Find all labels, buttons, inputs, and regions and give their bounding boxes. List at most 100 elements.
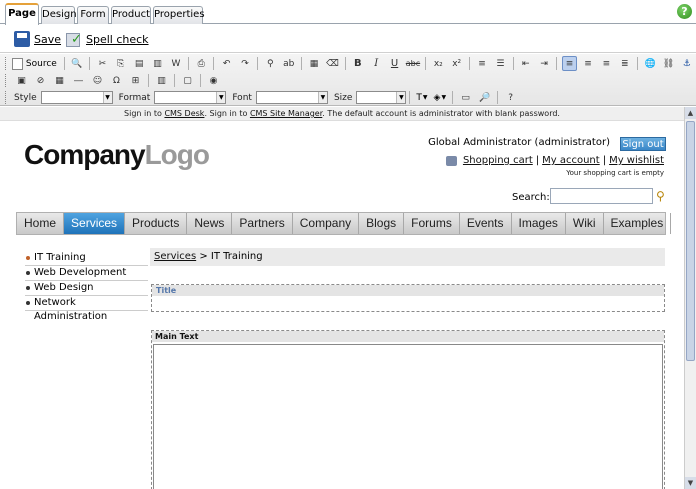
special-char-icon[interactable]: Ω [109,73,124,88]
leftnav-item-it-training[interactable]: IT Training [25,251,148,266]
about-icon[interactable]: ? [503,90,518,105]
tab-form[interactable]: Form [77,6,109,24]
preview-icon[interactable]: 🔍 [70,56,84,71]
copy-icon[interactable]: ⎘ [114,56,128,71]
spell-check-button[interactable]: Spell check [66,29,149,49]
font-select[interactable]: ▼ [255,91,328,104]
menu-item-news[interactable]: News [187,213,233,234]
smiley-icon[interactable]: ☺ [90,73,105,88]
strikethrough-icon[interactable]: abc [406,56,420,71]
editor-toolbar: Source 🔍 ✂ ⎘ ▤ ▥ W ⎙ ↶ ↷ ⚲ ab ▦ ⌫ B I U … [0,54,696,106]
main-text-editor[interactable] [153,344,663,489]
redo-icon[interactable]: ↷ [238,56,252,71]
outdent-icon[interactable]: ⇤ [519,56,533,71]
format-select[interactable]: ▼ [154,91,227,104]
source-button[interactable]: Source [11,57,57,70]
text-color-icon: T [416,92,422,103]
bg-color-icon: ◈ [433,92,441,103]
subscript-icon[interactable]: x₂ [431,56,445,71]
chevron-down-icon: ▼ [102,92,112,103]
left-navigation: IT Training Web Development Web Design N… [25,251,148,322]
bulleted-list-icon[interactable]: ☰ [493,56,507,71]
menu-item-images[interactable]: Images [512,213,566,234]
scrollbar-thumb[interactable] [686,121,695,361]
scroll-up-icon[interactable]: ▲ [685,107,696,119]
search-icon[interactable]: ⚲ [656,189,665,203]
save-label: Save [34,32,62,46]
globe-icon[interactable]: ◉ [206,73,221,88]
scroll-down-icon[interactable]: ▼ [685,477,696,489]
save-button[interactable]: Save [14,29,61,49]
cms-desk-link[interactable]: CMS Desk [164,109,204,118]
signin-mid: . Sign in to [204,109,250,118]
menu-item-partners[interactable]: Partners [232,213,293,234]
menu-item-forums[interactable]: Forums [404,213,460,234]
unlink-icon[interactable]: ⛓ [661,56,675,71]
print-icon[interactable]: ⎙ [194,56,208,71]
horizontal-rule-icon[interactable]: ― [71,73,86,88]
flash-icon[interactable]: ⊘ [33,73,48,88]
align-justify-icon[interactable]: ≣ [618,56,632,71]
text-color-button[interactable]: T ▼ [416,93,427,103]
align-right-icon[interactable]: ≡ [599,56,613,71]
anchor-icon[interactable]: ⚓ [680,56,694,71]
align-left-icon[interactable]: ≡ [562,56,577,71]
superscript-icon[interactable]: x² [450,56,464,71]
page-break-icon[interactable]: ⊞ [128,73,143,88]
remove-format-icon[interactable]: ⌫ [325,56,339,71]
menu-item-products[interactable]: Products [125,213,188,234]
breadcrumb-services-link[interactable]: Services [154,251,196,262]
help-icon[interactable]: ? [677,4,692,19]
leftnav-item-web-design[interactable]: Web Design [25,281,148,296]
paste-word-icon[interactable]: W [169,56,183,71]
widget-icon[interactable]: ▥ [154,73,169,88]
bold-icon[interactable]: B [351,56,365,71]
align-center-icon[interactable]: ≡ [581,56,595,71]
menu-item-wiki[interactable]: Wiki [566,213,604,234]
page-canvas: CompanyLogo Global Administrator (admini… [0,121,684,489]
link-icon[interactable]: 🌐 [643,56,657,71]
size-select[interactable]: ▼ [356,91,407,104]
italic-icon[interactable]: I [369,56,383,71]
title-editable-region[interactable]: Title [151,284,665,312]
undo-icon[interactable]: ↶ [219,56,233,71]
replace-icon[interactable]: ab [282,56,296,71]
maximize-icon[interactable]: ▭ [458,90,473,105]
menu-item-examples[interactable]: Examples [604,213,672,234]
indent-icon[interactable]: ⇥ [537,56,551,71]
search-input[interactable] [550,188,653,204]
image-icon[interactable]: ▣ [14,73,29,88]
numbered-list-icon[interactable]: ≡ [475,56,489,71]
company-logo[interactable]: CompanyLogo [24,139,210,171]
menu-item-company[interactable]: Company [293,213,360,234]
style-select[interactable]: ▼ [40,91,113,104]
underline-icon[interactable]: U [387,56,401,71]
tab-properties[interactable]: Properties [153,6,205,24]
vertical-scrollbar[interactable]: ▲ ▼ [684,107,696,489]
find-icon[interactable]: ⚲ [263,56,277,71]
paste-icon[interactable]: ▤ [132,56,146,71]
table-icon[interactable]: ▦ [52,73,67,88]
shopping-cart-link[interactable]: Shopping cart [463,155,533,166]
menu-item-blogs[interactable]: Blogs [359,213,405,234]
leftnav-item-web-development[interactable]: Web Development [25,266,148,281]
cut-icon[interactable]: ✂ [95,56,109,71]
paste-text-icon[interactable]: ▥ [150,56,164,71]
my-account-link[interactable]: My account [542,155,600,166]
signin-suffix: . The default account is administrator w… [322,109,560,118]
menu-item-home[interactable]: Home [17,213,65,234]
tab-product[interactable]: Product [111,6,151,24]
logo-accent: Logo [144,139,210,170]
bg-color-button[interactable]: ◈ ▼ [434,93,447,103]
select-all-icon[interactable]: ▦ [307,56,321,71]
preview-page-icon[interactable]: 🔎 [477,90,492,105]
show-blocks-icon[interactable]: ▢ [180,73,195,88]
tab-page[interactable]: Page [5,3,39,25]
menu-item-events[interactable]: Events [460,213,512,234]
tab-design[interactable]: Design [41,6,77,24]
cms-site-manager-link[interactable]: CMS Site Manager [250,109,322,118]
my-wishlist-link[interactable]: My wishlist [609,155,664,166]
sign-out-button[interactable]: Sign out [620,137,666,151]
menu-item-services[interactable]: Services [64,213,126,234]
leftnav-item-network-administration[interactable]: Network Administration [25,296,148,322]
